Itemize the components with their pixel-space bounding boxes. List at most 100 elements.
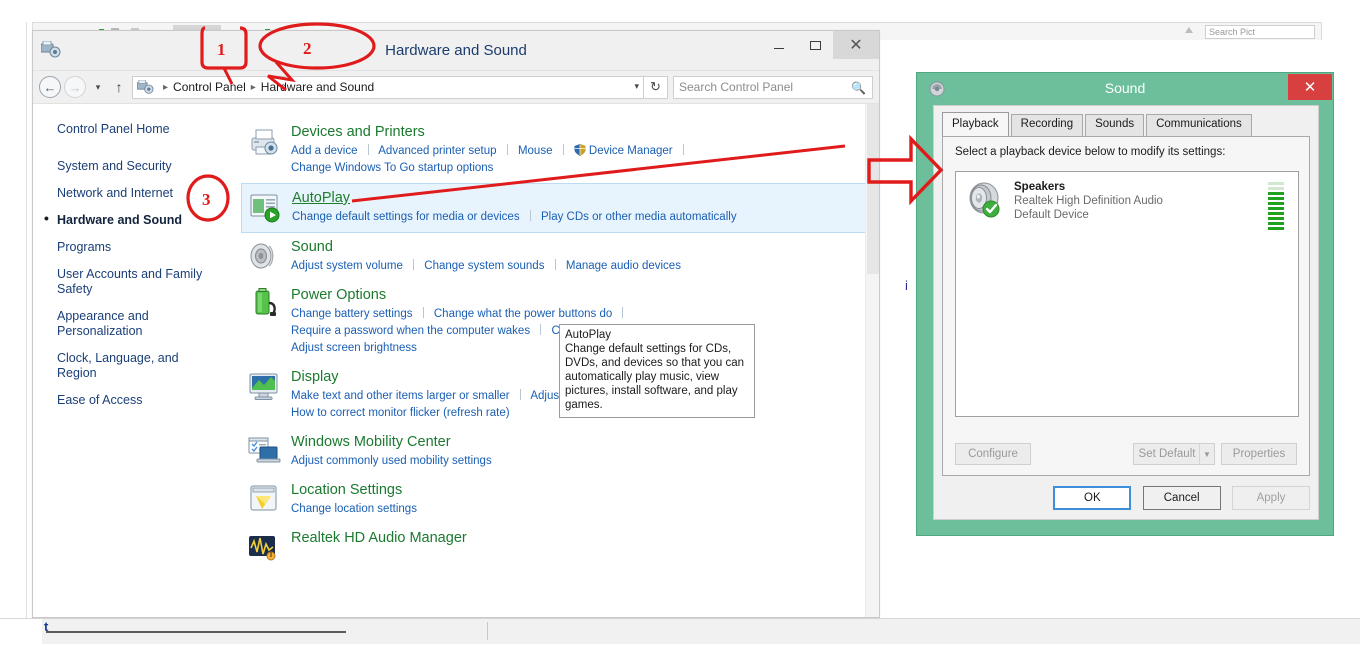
- devices-printers-icon: [247, 124, 281, 158]
- link-change-windows-to-go-startup-options[interactable]: Change Windows To Go startup options: [291, 162, 493, 174]
- search-placeholder: Search Control Panel: [679, 80, 794, 94]
- link-mouse[interactable]: Mouse: [518, 145, 553, 157]
- category-title[interactable]: Windows Mobility Center: [291, 432, 859, 452]
- category-list: Devices and Printers Add a device Advanc…: [241, 104, 879, 617]
- chevron-down-icon[interactable]: ▾: [634, 81, 639, 92]
- category-title[interactable]: AutoPlay: [292, 188, 858, 208]
- sidebar-item-hardware-and-sound[interactable]: Hardware and Sound: [44, 211, 217, 228]
- link-change-location-settings[interactable]: Change location settings: [291, 503, 417, 515]
- shield-icon: [574, 144, 586, 156]
- breadcrumb[interactable]: ▸ Control Panel ▸ Hardware and Sound ▾: [132, 75, 644, 99]
- configure-button[interactable]: Configure: [955, 443, 1031, 465]
- breadcrumb-separator: ▸: [250, 81, 256, 93]
- maximize-button[interactable]: [797, 31, 833, 59]
- close-icon[interactable]: ✕: [1288, 74, 1332, 100]
- volume-meter: [1268, 182, 1284, 232]
- link-change-default-settings-for-media-or-devices[interactable]: Change default settings for media or dev…: [292, 211, 520, 223]
- properties-button[interactable]: Properties: [1221, 443, 1297, 465]
- control-panel-window: Hardware and Sound ✕ ← → ▾ ↑ ▸ Control P…: [32, 30, 880, 618]
- breadcrumb-item-control-panel[interactable]: Control Panel: [173, 80, 246, 94]
- category-links: Adjust system volume Change system sound…: [291, 258, 859, 275]
- link-adjust-commonly-used-mobility-settings[interactable]: Adjust commonly used mobility settings: [291, 455, 492, 467]
- background-left-strip: [0, 22, 32, 618]
- category-realtek-hd-audio-manager[interactable]: Realtek HD Audio Manager: [241, 524, 869, 561]
- category-links: Change default settings for media or dev…: [292, 209, 858, 226]
- category-sound[interactable]: Sound Adjust system volume Change system…: [241, 233, 869, 281]
- address-bar: ← → ▾ ↑ ▸ Control Panel ▸ Hardware and S…: [33, 71, 879, 104]
- page-title: Hardware and Sound: [385, 42, 527, 59]
- apply-button[interactable]: Apply: [1232, 486, 1310, 510]
- control-panel-titlebar: Hardware and Sound ✕: [33, 31, 879, 71]
- link-adjust-screen-brightness[interactable]: Adjust screen brightness: [291, 342, 417, 354]
- up-button[interactable]: ↑: [109, 79, 129, 95]
- link-play-cds-or-other-media-automatically[interactable]: Play CDs or other media automatically: [541, 211, 737, 223]
- device-driver: Realtek High Definition Audio: [1014, 195, 1163, 207]
- device-status: Default Device: [1014, 209, 1089, 221]
- category-autoplay[interactable]: AutoPlay Change default settings for med…: [241, 183, 869, 233]
- close-button[interactable]: ✕: [833, 31, 879, 59]
- device-action-buttons: Configure Set Default ▼ Properties: [955, 443, 1297, 465]
- category-title[interactable]: Location Settings: [291, 480, 859, 500]
- link-change-what-the-power-buttons-do[interactable]: Change what the power buttons do: [434, 308, 612, 320]
- category-display[interactable]: Display Make text and other items larger…: [241, 363, 869, 428]
- tab-communications[interactable]: Communications: [1146, 114, 1252, 136]
- sidebar-item-control-panel-home[interactable]: Control Panel Home: [57, 122, 217, 137]
- breadcrumb-item-hardware-and-sound[interactable]: Hardware and Sound: [261, 80, 374, 94]
- sound-speaker-icon: [247, 239, 281, 273]
- scrollbar-thumb[interactable]: [867, 104, 879, 274]
- playback-device-list[interactable]: Speakers Realtek High Definition Audio D…: [955, 171, 1299, 417]
- chevron-down-icon[interactable]: ▼: [1199, 444, 1214, 464]
- ok-button[interactable]: OK: [1053, 486, 1132, 510]
- link-change-battery-settings[interactable]: Change battery settings: [291, 308, 412, 320]
- category-windows-mobility-center[interactable]: Windows Mobility Center Adjust commonly …: [241, 428, 869, 476]
- category-title[interactable]: Power Options: [291, 285, 859, 305]
- device-name: Speakers: [1014, 181, 1066, 193]
- realtek-audio-icon: [247, 530, 281, 564]
- tab-recording[interactable]: Recording: [1010, 114, 1084, 136]
- location-settings-icon: [247, 482, 281, 516]
- sidebar-item-programs[interactable]: Programs: [57, 240, 217, 255]
- link-make-text-and-other-items-larger-or-smaller[interactable]: Make text and other items larger or smal…: [291, 390, 510, 402]
- category-location-settings[interactable]: Location Settings Change location settin…: [241, 476, 869, 524]
- cancel-button[interactable]: Cancel: [1142, 486, 1221, 510]
- link-add-a-device[interactable]: Add a device: [291, 145, 358, 157]
- sidebar-item-system-and-security[interactable]: System and Security: [57, 159, 217, 174]
- link-device-manager[interactable]: Device Manager: [589, 145, 673, 157]
- playback-instruction: Select a playback device below to modify…: [955, 146, 1226, 158]
- category-title[interactable]: Devices and Printers: [291, 122, 859, 142]
- control-panel-body: Control Panel Home System and Security N…: [33, 104, 879, 617]
- refresh-button[interactable]: ↻: [644, 75, 668, 99]
- category-power-options[interactable]: Power Options Change battery settings Ch…: [241, 281, 869, 363]
- tooltip-body: Change default settings for CDs, DVDs, a…: [565, 343, 744, 411]
- dialog-footer-buttons: OK Cancel Apply: [1045, 486, 1310, 510]
- link-manage-audio-devices[interactable]: Manage audio devices: [566, 260, 681, 272]
- category-devices-and-printers[interactable]: Devices and Printers Add a device Advanc…: [241, 118, 869, 183]
- link-adjust-system-volume[interactable]: Adjust system volume: [291, 260, 403, 272]
- tab-playback[interactable]: Playback: [942, 112, 1009, 136]
- display-monitor-icon: [247, 369, 281, 403]
- link-how-to-correct-monitor-flicker[interactable]: How to correct monitor flicker (refresh …: [291, 407, 510, 419]
- vertical-scrollbar[interactable]: [865, 104, 879, 617]
- minimize-button[interactable]: [761, 31, 797, 59]
- sidebar-item-network-and-internet[interactable]: Network and Internet: [57, 186, 217, 201]
- sidebar-item-appearance-and-personalization[interactable]: Appearance and Personalization: [57, 309, 217, 339]
- search-input[interactable]: Search Control Panel 🔍: [673, 75, 873, 99]
- category-links: Change location settings: [291, 501, 859, 518]
- link-advanced-printer-setup[interactable]: Advanced printer setup: [378, 145, 496, 157]
- search-icon: 🔍: [851, 80, 866, 95]
- speaker-icon: [964, 178, 1008, 222]
- recent-locations-icon[interactable]: ▾: [89, 82, 107, 93]
- category-title[interactable]: Sound: [291, 237, 859, 257]
- link-require-a-password-when-the-computer-wakes[interactable]: Require a password when the computer wak…: [291, 325, 530, 337]
- list-item[interactable]: Speakers Realtek High Definition Audio D…: [956, 172, 1298, 234]
- sidebar-item-ease-of-access[interactable]: Ease of Access: [57, 393, 217, 408]
- set-default-button[interactable]: Set Default ▼: [1133, 443, 1215, 465]
- category-links: Add a device Advanced printer setup Mous…: [291, 143, 859, 177]
- category-title[interactable]: Realtek HD Audio Manager: [291, 528, 859, 548]
- sidebar-item-clock-language-and-region[interactable]: Clock, Language, and Region: [57, 351, 217, 381]
- back-button[interactable]: ←: [39, 76, 61, 98]
- link-change-system-sounds[interactable]: Change system sounds: [424, 260, 544, 272]
- forward-button[interactable]: →: [64, 76, 86, 98]
- tab-sounds[interactable]: Sounds: [1085, 114, 1145, 136]
- sidebar-item-user-accounts-and-family-safety[interactable]: User Accounts and Family Safety: [57, 267, 217, 297]
